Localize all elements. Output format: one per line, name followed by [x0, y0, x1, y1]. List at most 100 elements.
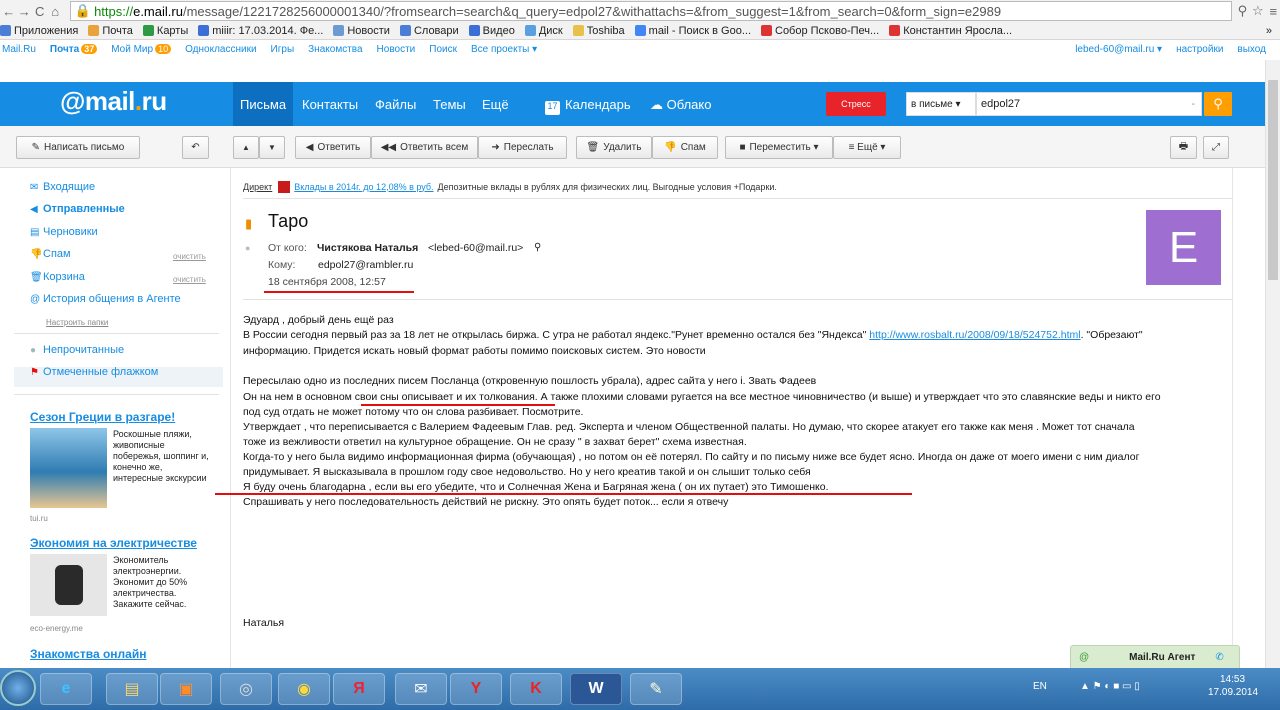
ad-image-energy[interactable] — [30, 554, 107, 616]
prev-message-button[interactable]: ▲ — [233, 136, 259, 159]
bookmark-item[interactable]: mail - Поиск в Goo... — [634, 25, 751, 37]
bookmark-item[interactable]: Новости — [333, 25, 390, 37]
fullscreen-button[interactable]: ⤢ — [1203, 136, 1229, 159]
word-icon[interactable]: W — [570, 673, 622, 705]
delete-button[interactable]: 🗑 Удалить — [576, 136, 652, 159]
reply-button[interactable]: ◀ Ответить — [295, 136, 371, 159]
portal-news[interactable]: Новости — [377, 44, 416, 55]
ad-source[interactable]: tui.ru — [30, 514, 48, 523]
stress-button[interactable]: Стресс — [826, 92, 886, 116]
agent-widget[interactable]: @ Mail.Ru Агент ✆ — [1070, 645, 1240, 669]
sidebar-item-inbox[interactable]: ✉ Входящие — [30, 181, 95, 193]
menu-icon[interactable]: ≡ — [1267, 4, 1280, 19]
star-icon[interactable]: ☆ — [1251, 3, 1264, 19]
logout-link[interactable]: выход — [1237, 44, 1266, 55]
search-input[interactable]: edpol27- — [976, 92, 1202, 116]
filter-flagged[interactable]: ⚑ Отмеченные флажком — [30, 366, 158, 378]
setup-folders-link[interactable]: Настроить папки — [46, 318, 108, 327]
tab-contacts[interactable]: Контакты — [302, 97, 358, 112]
start-button[interactable] — [0, 670, 36, 706]
user-menu[interactable]: lebed-60@mail.ru ▾ — [1075, 44, 1162, 55]
bookmark-item[interactable]: Приложения — [0, 25, 78, 37]
ad-title[interactable]: Знакомства онлайн — [30, 647, 146, 661]
zoom-icon[interactable]: ⚲ — [1236, 3, 1249, 19]
forward-icon[interactable]: → — [17, 4, 31, 19]
bookmark-item[interactable]: Словари — [399, 25, 459, 37]
sender-avatar[interactable]: E — [1146, 210, 1221, 285]
explorer-icon[interactable]: ▤ — [106, 673, 158, 705]
bookmarks-more[interactable]: » — [1266, 25, 1272, 37]
print-button[interactable]: 🖶 — [1170, 136, 1197, 159]
tab-letters[interactable]: Письма — [240, 97, 286, 112]
portal-games[interactable]: Игры — [271, 44, 295, 55]
portal-ok[interactable]: Одноклассники — [185, 44, 256, 55]
compose-button[interactable]: ✎ Написать письмо — [16, 136, 140, 159]
portal-dating[interactable]: Знакомства — [308, 44, 362, 55]
address-bar[interactable]: 🔒 https://e.mail.ru/message/122172825600… — [69, 1, 1232, 21]
ie-icon[interactable]: e — [40, 673, 92, 705]
filter-unread[interactable]: ● Непрочитанные — [30, 344, 124, 356]
bookmark-icon[interactable]: ▮ — [245, 216, 252, 232]
tray-icons[interactable]: ▲ ⚑ ◐ ■ ▭ ▯ — [1080, 681, 1140, 692]
clean-spam-link[interactable]: очистить — [173, 252, 206, 261]
ad-title[interactable]: Экономия на электричестве — [30, 536, 197, 550]
sidebar-item-spam[interactable]: 👎 Спам — [30, 248, 71, 260]
forward-button[interactable]: ➜ Переслать — [478, 136, 567, 159]
next-message-button[interactable]: ▼ — [259, 136, 285, 159]
clean-trash-link[interactable]: очистить — [173, 275, 206, 284]
bookmark-item[interactable]: Карты — [142, 25, 188, 37]
phone-icon[interactable]: ✆ — [1215, 652, 1223, 663]
scrollbar-thumb[interactable] — [1268, 80, 1278, 280]
portal-mailru[interactable]: Mail.Ru — [2, 44, 36, 55]
bookmark-item[interactable]: Toshiba — [572, 25, 625, 37]
sidebar-item-agent-history[interactable]: @ История общения в Агенте — [30, 293, 181, 305]
language-indicator[interactable]: EN — [1033, 681, 1047, 692]
direct-ad-link[interactable]: Вклады в 2014г. до 12,08% в руб. — [294, 182, 433, 192]
mail-agent-icon[interactable]: ✉ — [395, 673, 447, 705]
tab-cloud[interactable]: ☁ Облако — [650, 97, 711, 113]
clock-time[interactable]: 14:53 — [1220, 674, 1245, 685]
kaspersky-icon[interactable]: K — [510, 673, 562, 705]
ad-title[interactable]: Сезон Греции в разгаре! — [30, 410, 175, 424]
portal-all-projects[interactable]: Все проекты ▾ — [471, 44, 537, 55]
bookmark-item[interactable]: Диск — [524, 25, 563, 37]
search-sender-icon[interactable]: ⚲ — [534, 242, 541, 253]
search-scope-select[interactable]: в письме ▾ — [906, 92, 976, 116]
sidebar-item-trash[interactable]: 🗑 Корзина — [30, 271, 85, 283]
home-icon[interactable]: ⌂ — [48, 4, 61, 19]
reply-all-button[interactable]: ◀◀ Ответить всем — [371, 136, 478, 159]
paint-icon[interactable]: ✎ — [630, 673, 682, 705]
sidebar-item-sent[interactable]: ◀ Отправленные — [30, 203, 125, 215]
ad-image-greece[interactable] — [30, 428, 107, 508]
app-circle-icon[interactable]: ◎ — [220, 673, 272, 705]
ad-source[interactable]: eco-energy.me — [30, 624, 83, 633]
media-player-icon[interactable]: ▣ — [160, 673, 212, 705]
tab-files[interactable]: Файлы — [375, 97, 416, 112]
unread-dot-icon[interactable]: ● — [245, 243, 250, 253]
search-button[interactable]: ⚲ — [1204, 92, 1232, 116]
tab-calendar[interactable]: 17 Календарь — [545, 97, 631, 115]
from-email[interactable]: <lebed-60@mail.ru> — [428, 242, 523, 254]
chrome-icon[interactable]: ◉ — [278, 673, 330, 705]
clock-date[interactable]: 17.09.2014 — [1208, 687, 1258, 698]
portal-search[interactable]: Поиск — [429, 44, 457, 55]
bookmark-item[interactable]: miiir: 17.03.2014. Фе... — [198, 25, 323, 37]
reload-icon[interactable]: C — [33, 4, 46, 19]
sidebar-item-drafts[interactable]: ▤ Черновики — [30, 226, 98, 238]
bookmark-item[interactable]: Почта — [88, 25, 133, 37]
to-email[interactable]: edpol27@rambler.ru — [318, 259, 413, 271]
back-icon[interactable]: ← — [2, 4, 15, 19]
tab-themes[interactable]: Темы — [433, 97, 466, 112]
yandex-browser-icon[interactable]: Y — [450, 673, 502, 705]
portal-mymir[interactable]: Мой Мир 10 — [111, 44, 172, 55]
clear-search-icon[interactable]: - — [1191, 98, 1195, 110]
settings-link[interactable]: настройки — [1176, 44, 1223, 55]
bookmark-item[interactable]: Собор Псково-Печ... — [761, 25, 879, 37]
move-button[interactable]: ■ Переместить ▾ — [725, 136, 833, 159]
rosbalt-link[interactable]: http://www.rosbalt.ru/2008/09/18/524752.… — [869, 329, 1080, 341]
tab-more[interactable]: Ещё — [482, 97, 509, 112]
portal-mail[interactable]: Почта 37 — [50, 44, 98, 55]
bookmark-item[interactable]: Константин Яросла... — [889, 25, 1012, 37]
more-button[interactable]: ≡ Ещё ▾ — [833, 136, 901, 159]
direct-label[interactable]: Директ — [243, 182, 272, 192]
